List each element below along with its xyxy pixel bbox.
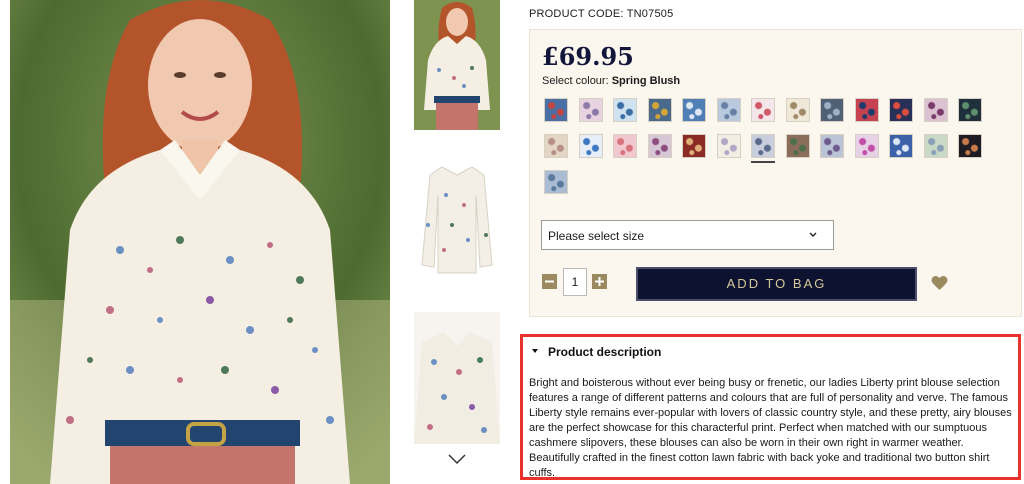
colour-swatch[interactable] (613, 134, 637, 158)
quantity-increase-button[interactable] (592, 274, 607, 289)
colour-swatch[interactable] (751, 134, 775, 158)
size-select[interactable]: Please select size (541, 220, 834, 250)
heart-icon (931, 275, 948, 290)
colour-swatch[interactable] (647, 98, 672, 122)
colour-selection-label: Select colour: Spring Blush (542, 75, 680, 87)
colour-swatch[interactable] (854, 134, 879, 158)
colour-swatch[interactable] (889, 98, 913, 122)
plus-icon (595, 277, 604, 286)
colour-swatch[interactable] (958, 98, 982, 122)
thumbnail-blouse-front[interactable] (414, 155, 500, 275)
thumbnail-model[interactable] (414, 0, 500, 130)
colour-swatch[interactable] (716, 98, 741, 122)
colour-swatch[interactable] (785, 134, 810, 158)
product-description-toggle[interactable]: Product description (532, 345, 661, 359)
colour-swatch[interactable] (820, 98, 844, 122)
colour-swatch[interactable] (923, 98, 948, 122)
product-main-image (10, 0, 390, 484)
colour-swatch[interactable] (785, 98, 810, 122)
colour-swatch[interactable] (923, 134, 948, 158)
product-code: PRODUCT CODE: TN07505 (529, 8, 674, 20)
selected-swatch-indicator (751, 161, 775, 163)
colour-swatch[interactable] (716, 134, 741, 158)
price: £69.95 (542, 42, 634, 71)
quantity-input[interactable]: 1 (563, 268, 587, 296)
colour-swatch[interactable] (854, 98, 879, 122)
colour-swatch[interactable] (647, 134, 672, 158)
wishlist-button[interactable] (931, 275, 948, 291)
add-to-bag-button[interactable]: ADD TO BAG (636, 267, 917, 301)
quantity-decrease-button[interactable] (542, 274, 557, 289)
thumbnail-gallery (414, 0, 500, 484)
colour-swatch[interactable] (958, 134, 982, 158)
colour-prefix: Select colour: (542, 75, 612, 87)
colour-swatch[interactable] (889, 134, 913, 158)
chevron-down-icon (809, 232, 817, 237)
size-select-placeholder: Please select size (548, 229, 645, 243)
colour-swatch[interactable] (578, 134, 603, 158)
colour-swatch[interactable] (613, 98, 637, 122)
selected-colour-name: Spring Blush (611, 75, 681, 87)
minus-icon (545, 280, 554, 283)
purchase-panel: £69.95 Select colour: Spring Blush Pleas… (529, 29, 1022, 317)
colour-swatch[interactable] (544, 98, 568, 122)
thumbnail-next-arrow[interactable] (445, 450, 469, 468)
colour-swatch[interactable] (544, 170, 568, 194)
thumbnail-blouse-detail[interactable] (414, 312, 500, 444)
caret-down-icon (532, 348, 538, 353)
product-description-heading: Product description (548, 345, 662, 359)
colour-swatch[interactable] (578, 98, 603, 122)
colour-swatch[interactable] (544, 134, 568, 158)
colour-swatch[interactable] (751, 98, 775, 122)
colour-swatch[interactable] (682, 98, 706, 122)
product-description-text: Bright and boisterous without ever being… (529, 377, 1012, 479)
product-description-panel: Product description Bright and boisterou… (520, 334, 1021, 480)
colour-swatch[interactable] (682, 134, 706, 158)
chevron-down-icon (448, 454, 466, 465)
colour-swatch[interactable] (820, 134, 844, 158)
